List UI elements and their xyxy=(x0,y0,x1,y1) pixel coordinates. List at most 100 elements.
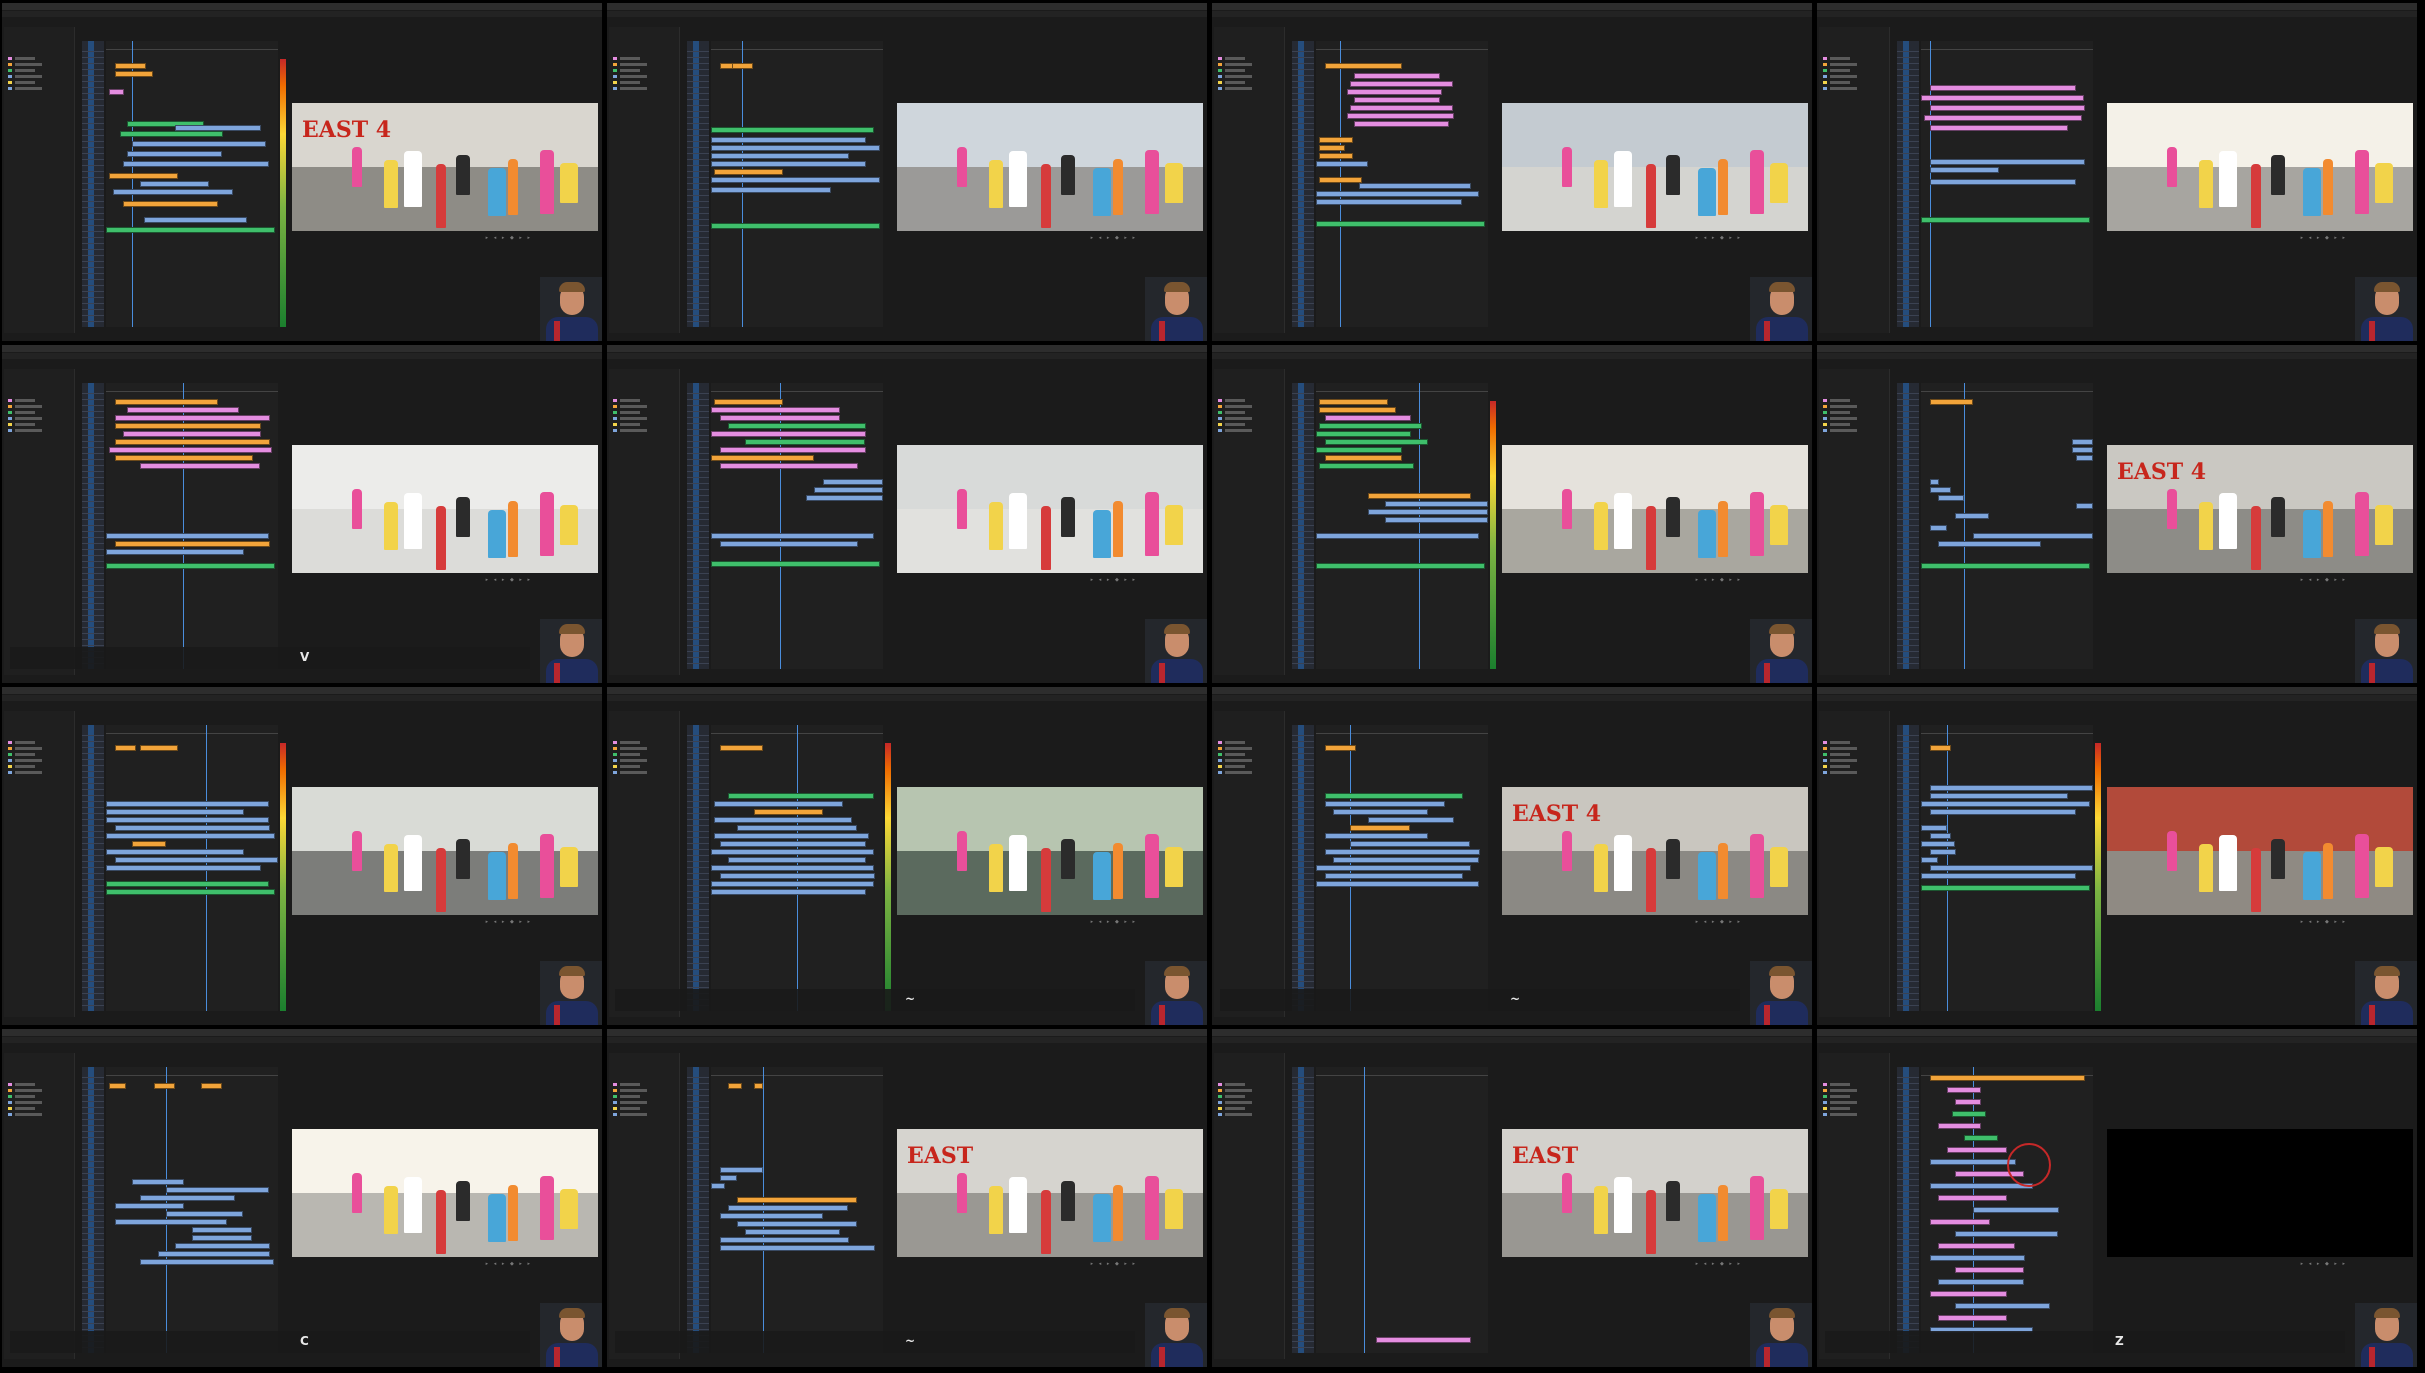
bin-item[interactable] xyxy=(620,87,647,90)
bin-item[interactable] xyxy=(1830,759,1857,762)
timeline-clip[interactable] xyxy=(711,177,880,183)
transport-buttons[interactable]: ▸ ◂ ▸ ◆ ▸ ▸ xyxy=(1091,577,1137,583)
bin-item[interactable] xyxy=(1830,87,1857,90)
timeline-clip[interactable] xyxy=(711,889,866,895)
timeline-clip[interactable] xyxy=(115,71,153,77)
timeline-clip[interactable] xyxy=(1930,525,1947,531)
timeline-clip[interactable] xyxy=(1930,167,1999,173)
timeline-clip[interactable] xyxy=(1316,447,1402,453)
bin-item[interactable] xyxy=(620,759,647,762)
bin-item[interactable] xyxy=(15,399,35,402)
timeline-clip[interactable] xyxy=(1376,1337,1471,1343)
timeline-clip[interactable] xyxy=(120,131,223,137)
timeline-clip[interactable] xyxy=(115,541,270,547)
sequence-timeline[interactable] xyxy=(106,725,278,1011)
bin-item[interactable] xyxy=(620,747,647,750)
timeline-clip[interactable] xyxy=(1930,1219,1990,1225)
sequence-timeline[interactable] xyxy=(1921,383,2093,669)
transport-buttons[interactable]: ▸ ◂ ▸ ◆ ▸ ▸ xyxy=(2301,919,2347,925)
timeline-clip[interactable] xyxy=(1964,1135,1998,1141)
timeline-clip[interactable] xyxy=(106,549,244,555)
timeline-clip[interactable] xyxy=(1930,159,2085,165)
sequence-timeline[interactable] xyxy=(1921,725,2093,1011)
timeline-clip[interactable] xyxy=(1955,1303,2050,1309)
timeline-clip[interactable] xyxy=(1325,439,1428,445)
timeline-clip[interactable] xyxy=(109,89,124,95)
timeline-clip[interactable] xyxy=(1930,745,1951,751)
timeline-clip[interactable] xyxy=(106,849,244,855)
timeline-clip[interactable] xyxy=(1938,1195,2007,1201)
timeline-clip[interactable] xyxy=(1938,1279,2024,1285)
bin-item[interactable] xyxy=(1830,405,1857,408)
timeline-clip[interactable] xyxy=(711,533,874,539)
timeline-clip[interactable] xyxy=(115,63,146,69)
bin-item[interactable] xyxy=(620,63,647,66)
timeline-clip[interactable] xyxy=(1354,97,1440,103)
sequence-timeline[interactable] xyxy=(106,1067,278,1353)
bin-item[interactable] xyxy=(1830,81,1850,84)
timeline-clip[interactable] xyxy=(132,1179,184,1185)
timeline-clip[interactable] xyxy=(140,1195,235,1201)
bin-item[interactable] xyxy=(1225,75,1252,78)
timeline-clip[interactable] xyxy=(1930,1291,2007,1297)
timeline-clip[interactable] xyxy=(720,1245,875,1251)
timeline-clip[interactable] xyxy=(1924,115,2082,121)
timeline-clip[interactable] xyxy=(737,825,857,831)
bin-item[interactable] xyxy=(1830,1089,1857,1092)
timeline-clip[interactable] xyxy=(1325,801,1445,807)
transport-buttons[interactable]: ▸ ◂ ▸ ◆ ▸ ▸ xyxy=(486,577,532,583)
timeline-clip[interactable] xyxy=(1319,423,1422,429)
sequence-timeline[interactable] xyxy=(711,725,883,1011)
bin-item[interactable] xyxy=(1830,57,1850,60)
timeline-clip[interactable] xyxy=(115,1203,184,1209)
bin-item[interactable] xyxy=(1225,87,1252,90)
timeline-clip[interactable] xyxy=(728,1083,742,1089)
timeline-clip[interactable] xyxy=(127,151,222,157)
timeline-clip[interactable] xyxy=(158,1251,270,1257)
playhead[interactable] xyxy=(1364,1067,1365,1353)
bin-item[interactable] xyxy=(1225,771,1252,774)
timeline-clip[interactable] xyxy=(1930,179,2076,185)
timeline-clip[interactable] xyxy=(1938,495,1964,501)
bin-item[interactable] xyxy=(620,753,640,756)
timeline-clip[interactable] xyxy=(806,495,883,501)
playhead[interactable] xyxy=(166,1067,167,1353)
transport-buttons[interactable]: ▸ ◂ ▸ ◆ ▸ ▸ xyxy=(2301,1261,2347,1267)
timeline-clip[interactable] xyxy=(1952,1111,1986,1117)
timeline-clip[interactable] xyxy=(1350,825,1410,831)
timeline-clip[interactable] xyxy=(1921,563,2090,569)
timeline-clip[interactable] xyxy=(106,563,275,569)
bin-item[interactable] xyxy=(1225,747,1252,750)
timeline-clip[interactable] xyxy=(1368,493,1471,499)
bin-item[interactable] xyxy=(1225,765,1245,768)
timeline-clip[interactable] xyxy=(1354,121,1449,127)
bin-item[interactable] xyxy=(620,423,640,426)
timeline-clip[interactable] xyxy=(728,857,866,863)
timeline-clip[interactable] xyxy=(720,1167,763,1173)
bin-item[interactable] xyxy=(1225,405,1252,408)
timeline-clip[interactable] xyxy=(1350,81,1453,87)
bin-item[interactable] xyxy=(1225,399,1245,402)
time-ruler[interactable] xyxy=(1921,41,2093,50)
timeline-clip[interactable] xyxy=(1316,563,1485,569)
timeline-clip[interactable] xyxy=(1316,221,1485,227)
timeline-clip[interactable] xyxy=(720,447,866,453)
timeline-clip[interactable] xyxy=(106,833,275,839)
bin-item[interactable] xyxy=(15,87,42,90)
timeline-clip[interactable] xyxy=(714,833,869,839)
timeline-clip[interactable] xyxy=(1368,509,1488,515)
bin-item[interactable] xyxy=(15,759,42,762)
timeline-clip[interactable] xyxy=(1325,415,1411,421)
timeline-clip[interactable] xyxy=(1930,1159,2016,1165)
sequence-timeline[interactable] xyxy=(1921,1067,2093,1353)
time-ruler[interactable] xyxy=(106,1067,278,1076)
timeline-clip[interactable] xyxy=(1930,809,2076,815)
timeline-clip[interactable] xyxy=(1333,809,1428,815)
timeline-clip[interactable] xyxy=(109,1083,126,1089)
timeline-clip[interactable] xyxy=(1316,865,1471,871)
timeline-clip[interactable] xyxy=(754,809,823,815)
bin-item[interactable] xyxy=(15,405,42,408)
transport-buttons[interactable]: ▸ ◂ ▸ ◆ ▸ ▸ xyxy=(2301,235,2347,241)
timeline-clip[interactable] xyxy=(720,745,763,751)
bin-item[interactable] xyxy=(15,57,35,60)
